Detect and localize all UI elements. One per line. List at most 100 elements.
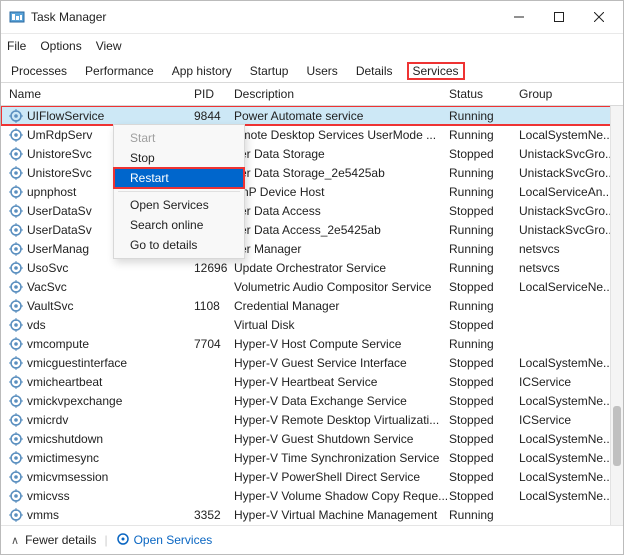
service-status: Running (449, 166, 519, 180)
gear-icon (9, 337, 23, 351)
column-header-pid[interactable]: PID (194, 87, 234, 101)
service-group: UnistackSvcGro... (519, 147, 615, 161)
column-header-group[interactable]: Group (519, 87, 623, 101)
menu-file[interactable]: File (7, 39, 26, 53)
service-row[interactable]: vmicguestinterface Hyper-V Guest Service … (1, 353, 615, 372)
context-restart[interactable]: Restart (114, 168, 244, 188)
close-button[interactable] (579, 2, 619, 32)
scrollbar[interactable] (610, 106, 623, 525)
tab-services[interactable]: Services (407, 62, 465, 80)
service-row[interactable]: VaultSvc1108Credential ManagerRunning (1, 296, 615, 315)
context-start[interactable]: Start (114, 128, 244, 148)
service-row[interactable]: vmictimesyncHyper-V Time Synchronization… (1, 448, 615, 467)
tab-performance[interactable]: Performance (81, 62, 158, 80)
service-group: UnistackSvcGro... (519, 166, 615, 180)
service-name: UsoSvc (27, 261, 68, 275)
gear-icon (9, 394, 23, 408)
service-name: VacSvc (27, 280, 67, 294)
tab-users[interactable]: Users (302, 62, 341, 80)
service-status: Stopped (449, 280, 519, 294)
service-row[interactable]: vdsVirtual DiskStopped (1, 315, 615, 334)
service-description: Hyper-V Volume Shadow Copy Reque... (234, 489, 449, 503)
service-row[interactable]: vmicvmsessionHyper-V PowerShell Direct S… (1, 467, 615, 486)
service-description: Hyper-V Guest Service Interface (234, 356, 449, 370)
service-status: Running (449, 299, 519, 313)
service-row[interactable]: vmicrdvHyper-V Remote Desktop Virtualiza… (1, 410, 615, 429)
service-row[interactable]: upnphostPnP Device HostRunningLocalServi… (1, 182, 615, 201)
gear-icon (9, 280, 23, 294)
service-status: Stopped (449, 470, 519, 484)
service-row[interactable]: vmms3352Hyper-V Virtual Machine Manageme… (1, 505, 615, 524)
service-status: Running (449, 185, 519, 199)
tab-details[interactable]: Details (352, 62, 397, 80)
service-row[interactable]: vmicheartbeatHyper-V Heartbeat ServiceSt… (1, 372, 615, 391)
service-status: Running (449, 242, 519, 256)
service-description: Update Orchestrator Service (234, 261, 449, 275)
context-separator (118, 191, 240, 192)
context-stop[interactable]: Stop (114, 148, 244, 168)
service-description: ser Data Access (234, 204, 449, 218)
service-pid: 7704 (194, 337, 234, 351)
tab-processes[interactable]: Processes (7, 62, 71, 80)
service-name: vmicguestinterface (27, 356, 127, 370)
gear-icon (9, 508, 23, 522)
service-row[interactable]: vmicshutdownHyper-V Guest Shutdown Servi… (1, 429, 615, 448)
service-row[interactable]: VSSVolume Shadow CopyStopped (1, 524, 615, 525)
service-status: Stopped (449, 413, 519, 427)
service-row[interactable]: UmRdpServemote Desktop Services UserMode… (1, 125, 615, 144)
service-group: ICService (519, 375, 615, 389)
service-status: Stopped (449, 451, 519, 465)
menu-options[interactable]: Options (40, 39, 81, 53)
column-header-description[interactable]: Description (234, 87, 449, 101)
tab-startup[interactable]: Startup (246, 62, 293, 80)
column-header-name[interactable]: Name (7, 87, 194, 101)
service-name: UserDataSv (27, 223, 92, 237)
gear-icon (9, 318, 23, 332)
fewer-details-link[interactable]: Fewer details (25, 533, 96, 547)
service-group: netsvcs (519, 261, 615, 275)
maximize-button[interactable] (539, 2, 579, 32)
service-description: Power Automate service (234, 109, 449, 123)
gear-icon (9, 185, 23, 199)
scrollbar-thumb[interactable] (613, 406, 621, 466)
service-row[interactable]: UserDataSvser Data Access_2e5425abRunnin… (1, 220, 615, 239)
column-header-status[interactable]: Status (449, 87, 519, 101)
gear-icon (9, 128, 23, 142)
service-row[interactable]: UnistoreSvcser Data StorageStoppedUnista… (1, 144, 615, 163)
tab-app-history[interactable]: App history (168, 62, 236, 80)
service-pid: 9844 (194, 109, 234, 123)
service-row[interactable]: UserDataSvser Data AccessStoppedUnistack… (1, 201, 615, 220)
gear-icon (9, 223, 23, 237)
service-group: LocalServiceNe... (519, 280, 615, 294)
service-name: vmicvss (27, 489, 70, 503)
service-row[interactable]: UIFlowService9844Power Automate serviceR… (1, 106, 615, 125)
service-row[interactable]: vmcompute7704Hyper-V Host Compute Servic… (1, 334, 615, 353)
service-row[interactable]: UserManagser ManagerRunningnetsvcs (1, 239, 615, 258)
gear-icon (9, 204, 23, 218)
menu-view[interactable]: View (96, 39, 122, 53)
service-row[interactable]: VacSvc Volumetric Audio Compositor Servic… (1, 277, 615, 296)
service-description: Credential Manager (234, 299, 449, 313)
gear-icon (9, 166, 23, 180)
service-description: Volumetric Audio Compositor Service (234, 280, 449, 294)
service-name: UnistoreSvc (27, 166, 92, 180)
service-row[interactable]: vmickvpexchangeHyper-V Data Exchange Ser… (1, 391, 615, 410)
service-status: Stopped (449, 318, 519, 332)
service-group: LocalSystemNe... (519, 432, 615, 446)
gear-icon (9, 299, 23, 313)
service-row[interactable]: UnistoreSvcser Data Storage_2e5425abRunn… (1, 163, 615, 182)
context-search-online[interactable]: Search online (114, 215, 244, 235)
open-services-link[interactable]: Open Services (116, 532, 213, 549)
service-status: Stopped (449, 204, 519, 218)
gear-icon (116, 532, 130, 549)
context-open-services[interactable]: Open Services (114, 195, 244, 215)
service-row[interactable]: vmicvss Hyper-V Volume Shadow Copy Reque.… (1, 486, 615, 505)
service-status: Stopped (449, 489, 519, 503)
service-name: upnphost (27, 185, 76, 199)
service-row[interactable]: UsoSvc12696Update Orchestrator ServiceRu… (1, 258, 615, 277)
context-go-to-details[interactable]: Go to details (114, 235, 244, 255)
service-group: ICService (519, 413, 615, 427)
service-group: UnistackSvcGro... (519, 223, 615, 237)
service-group: LocalSystemNe... (519, 394, 615, 408)
minimize-button[interactable] (499, 2, 539, 32)
